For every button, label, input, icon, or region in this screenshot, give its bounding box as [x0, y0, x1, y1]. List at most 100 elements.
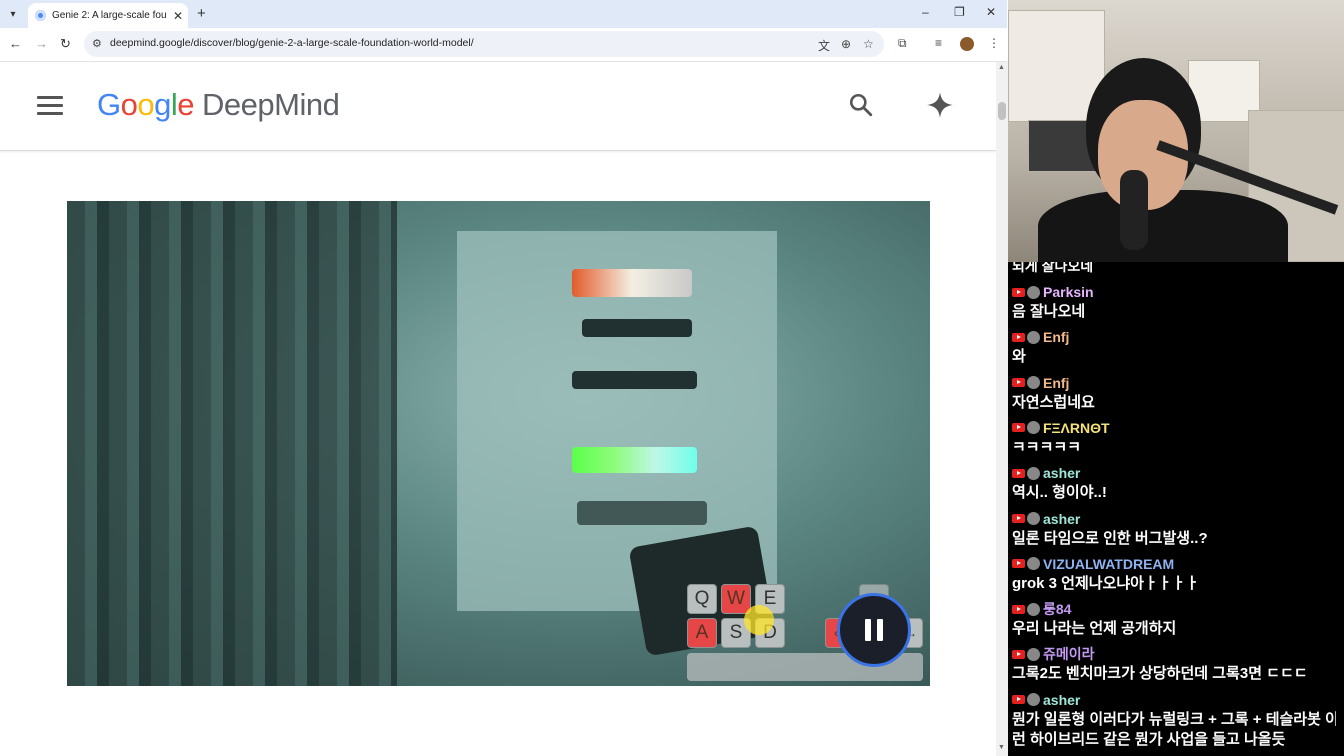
- chat-message-text: 그록2도 벤치마크가 상당하던데 그록3면 ㄷㄷㄷ: [1012, 665, 1308, 683]
- scrollbar-thumb[interactable]: [998, 102, 1006, 120]
- youtube-icon: [1012, 468, 1025, 478]
- video-scene-detail: [582, 319, 692, 337]
- pause-icon: [877, 619, 883, 641]
- tab-list-icon[interactable]: ▾: [4, 5, 22, 23]
- address-bar[interactable]: ⚙ deepmind.google/discover/blog/genie-2-…: [84, 31, 884, 57]
- chat-message: Parksin 음 잘나오네: [1012, 282, 1342, 322]
- zoom-icon[interactable]: ⊕: [841, 37, 851, 51]
- reload-icon[interactable]: ↻: [60, 36, 71, 52]
- site-header: Google DeepMind: [0, 62, 996, 151]
- user-avatar: [1027, 647, 1040, 661]
- key-q: Q: [687, 584, 717, 614]
- chat-username[interactable]: 쥬메이라: [1043, 644, 1095, 664]
- youtube-icon: [1012, 332, 1025, 342]
- chat-message-text: 음 잘나오네: [1012, 303, 1086, 320]
- chat-username[interactable]: VIZUALWATDREAM: [1043, 556, 1174, 572]
- user-avatar: [1027, 466, 1040, 480]
- chat-username[interactable]: Enfj: [1043, 329, 1069, 345]
- chat-message: asher 역시.. 형이야..!: [1012, 463, 1342, 503]
- user-avatar: [1027, 285, 1040, 299]
- browser-tab[interactable]: Genie 2: A large-scale foundati ✕: [28, 3, 188, 28]
- chat-message: Enfj 와: [1012, 327, 1342, 367]
- youtube-icon: [1012, 559, 1025, 569]
- favicon-icon: [35, 10, 46, 21]
- live-chat: 되게 잘나오네 Parksin 음 잘나오네 Enfj 와 Enfj 자연스럽네요 FΞΛR…: [1008, 262, 1344, 756]
- user-avatar: [1027, 330, 1040, 344]
- webcam-overlay: [1008, 0, 1344, 262]
- video-scene-light: [572, 269, 692, 297]
- user-avatar: [1027, 557, 1040, 571]
- user-avatar: [1027, 376, 1040, 390]
- chat-message-text: 일론 타임으로 인한 버그발생..?: [1012, 529, 1208, 547]
- more-icon[interactable]: ⋮: [988, 36, 1000, 50]
- chat-message-text: 우리 나라는 언제 공개하지: [1012, 620, 1177, 638]
- browser-toolbar: ← → ↻ ⚙ deepmind.google/discover/blog/ge…: [0, 28, 1007, 62]
- chat-username[interactable]: Parksin: [1043, 284, 1094, 300]
- user-avatar: [1027, 421, 1040, 435]
- chat-message-text: 런 하이브리드 같은 뭔가 사업을 들고 나올듯: [1012, 730, 1286, 748]
- tab-bar: ▾ Genie 2: A large-scale foundati ✕ + – …: [0, 0, 1007, 28]
- close-icon[interactable]: ✕: [173, 9, 183, 23]
- chat-message-text: 와: [1012, 348, 1026, 366]
- pause-icon: [865, 619, 871, 641]
- youtube-icon: [1012, 604, 1025, 614]
- youtube-icon: [1012, 378, 1025, 388]
- youtube-icon: [1012, 649, 1025, 659]
- chat-username[interactable]: Enfj: [1043, 375, 1069, 391]
- video-scene-detail: [572, 371, 697, 389]
- translate-icon[interactable]: 文: [818, 37, 830, 54]
- chat-message: asher 일론 타임으로 인한 버그발생..?: [1012, 509, 1342, 549]
- youtube-icon: [1012, 287, 1025, 297]
- url-text[interactable]: deepmind.google/discover/blog/genie-2-a-…: [110, 37, 474, 49]
- chat-message: VIZUALWATDREAM grok 3 언제나오냐아ㅏㅏㅏㅏ: [1012, 554, 1342, 594]
- video-scene-light: [572, 447, 697, 473]
- video-scene-detail: [577, 501, 707, 525]
- google-deepmind-logo[interactable]: Google DeepMind: [97, 87, 340, 123]
- chat-message: FΞΛRNΘT ㅋㅋㅋㅋㅋ: [1012, 418, 1342, 458]
- youtube-icon: [1012, 695, 1025, 705]
- forward-icon[interactable]: →: [35, 36, 48, 51]
- new-tab-icon[interactable]: +: [197, 5, 206, 22]
- chat-username[interactable]: asher: [1043, 511, 1080, 527]
- chat-message-text: 뭔가 일론형 이러다가 뉴럴링크 + 그록 + 테슬라봇 이: [1012, 710, 1339, 728]
- youtube-icon: [1012, 423, 1025, 433]
- chat-message: asher 뭔가 일론형 이러다가 뉴럴링크 + 그록 + 테슬라봇 이: [1012, 690, 1342, 730]
- user-avatar: [1027, 512, 1040, 525]
- star-icon[interactable]: ☆: [863, 37, 874, 51]
- youtube-icon: [1012, 514, 1025, 523]
- scroll-down-icon[interactable]: ▼: [998, 744, 1005, 751]
- chat-username[interactable]: asher: [1043, 465, 1080, 481]
- chat-message: 룽84 우리 나라는 언제 공개하지: [1012, 599, 1342, 639]
- chat-message: Enfj 자연스럽네요: [1012, 373, 1342, 413]
- chat-message-text: 자연스럽네요: [1012, 393, 1095, 411]
- maximize-icon[interactable]: ❐: [954, 5, 965, 19]
- window-close-icon[interactable]: ✕: [986, 5, 996, 19]
- key-a: A: [687, 618, 717, 648]
- chat-username[interactable]: FΞΛRNΘT: [1043, 420, 1110, 436]
- hamburger-menu-icon[interactable]: [37, 96, 63, 115]
- mouse-cursor-highlight: [744, 605, 774, 635]
- site-info-icon[interactable]: ⚙: [92, 37, 102, 50]
- chat-message-text: 되게 잘나오네: [1012, 262, 1094, 274]
- page-scrollbar[interactable]: ▲ ▼: [996, 62, 1008, 756]
- media-icon[interactable]: ≡: [935, 36, 942, 50]
- video-background: [67, 201, 397, 686]
- video-player[interactable]: Q W E A S D ‹ ⌃ →: [67, 201, 930, 686]
- minimize-icon[interactable]: –: [922, 5, 929, 19]
- back-icon[interactable]: ←: [9, 36, 22, 51]
- chat-message-text: grok 3 언제나오냐아ㅏㅏㅏㅏ: [1012, 574, 1200, 592]
- sparkle-icon[interactable]: [926, 91, 954, 119]
- scroll-up-icon[interactable]: ▲: [998, 64, 1005, 71]
- chat-scrollbar[interactable]: [1336, 262, 1344, 756]
- search-icon[interactable]: [848, 92, 874, 118]
- chat-message-text: ㅋㅋㅋㅋㅋ: [1012, 438, 1082, 456]
- chat-username[interactable]: asher: [1043, 692, 1080, 708]
- user-avatar: [1027, 602, 1040, 616]
- extensions-icon[interactable]: ⧉: [898, 36, 907, 51]
- chat-message: 쥬메이라 그록2도 벤치마크가 상당하던데 그록3면 ㄷㄷㄷ: [1012, 644, 1342, 684]
- chat-username[interactable]: 룽84: [1043, 599, 1071, 619]
- pause-button[interactable]: [837, 593, 911, 667]
- web-page: GoogleDeepMind Q W E A S D ‹ ⌃ →: [0, 62, 996, 756]
- profile-avatar[interactable]: [960, 37, 974, 51]
- tab-title: Genie 2: A large-scale foundati: [52, 10, 167, 21]
